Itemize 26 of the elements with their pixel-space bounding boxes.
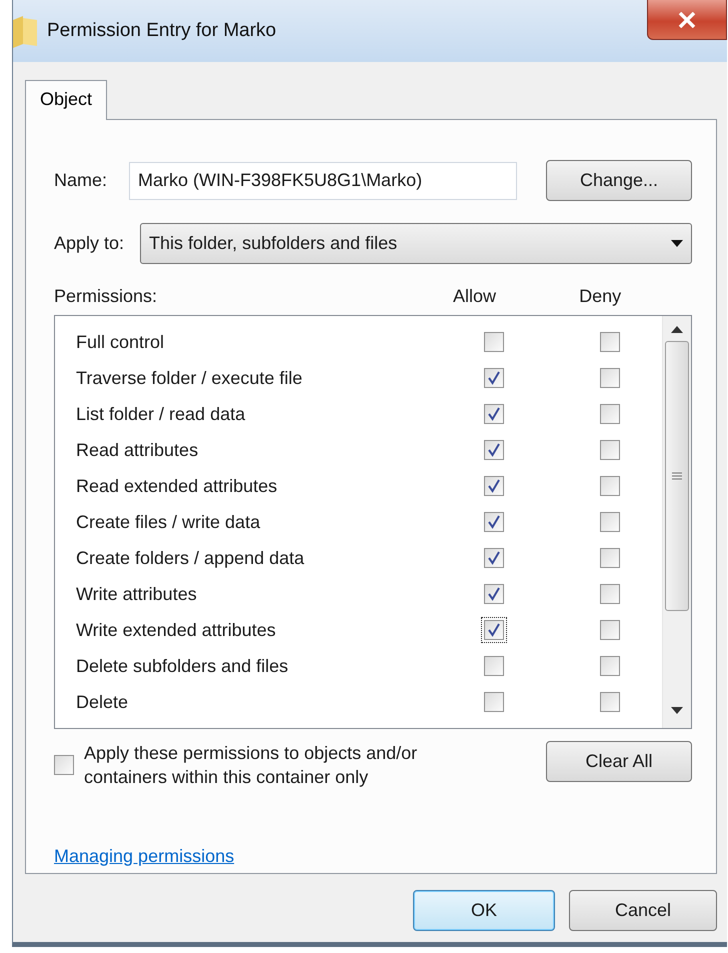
name-field[interactable]: Marko (WIN-F398FK5U8G1\Marko) (129, 162, 518, 200)
change-button[interactable]: Change... (546, 160, 692, 201)
permission-label: Traverse folder / execute file (75, 368, 304, 388)
permission-label: Full control (75, 332, 166, 352)
dialog-button[interactable]: OK (413, 890, 555, 931)
permission-label: Create folders / append data (75, 548, 306, 568)
column-header: Deny (578, 286, 622, 307)
window-title: Permission Entry for Marko (47, 20, 276, 42)
permission-label: Write extended attributes (75, 620, 277, 640)
permission-label: List folder / read data (75, 404, 246, 424)
clear-all-button[interactable]: Clear All (546, 741, 692, 782)
column-header: Allow (452, 286, 498, 307)
section-label: Permissions: (54, 286, 158, 307)
permission-label: Read extended attributes (75, 476, 278, 496)
dialog-button[interactable]: Cancel (569, 890, 717, 931)
permission-label: Write attributes (75, 584, 198, 604)
field-label: Name: (54, 170, 108, 191)
field-label: Apply to: (54, 233, 124, 254)
tab[interactable]: Object (25, 80, 108, 120)
permission-label: Read attributes (75, 440, 200, 460)
permission-label: Create files / write data (75, 512, 262, 532)
apply-to-dropdown[interactable]: This folder, subfolders and files (140, 223, 692, 264)
checkbox-label: Apply these permissions to objects and/or containers within this container only (84, 742, 418, 790)
help-link[interactable]: Managing permissions (54, 846, 234, 867)
permission-label: Delete subfolders and files (75, 656, 290, 676)
permission-label: Delete (75, 692, 130, 712)
